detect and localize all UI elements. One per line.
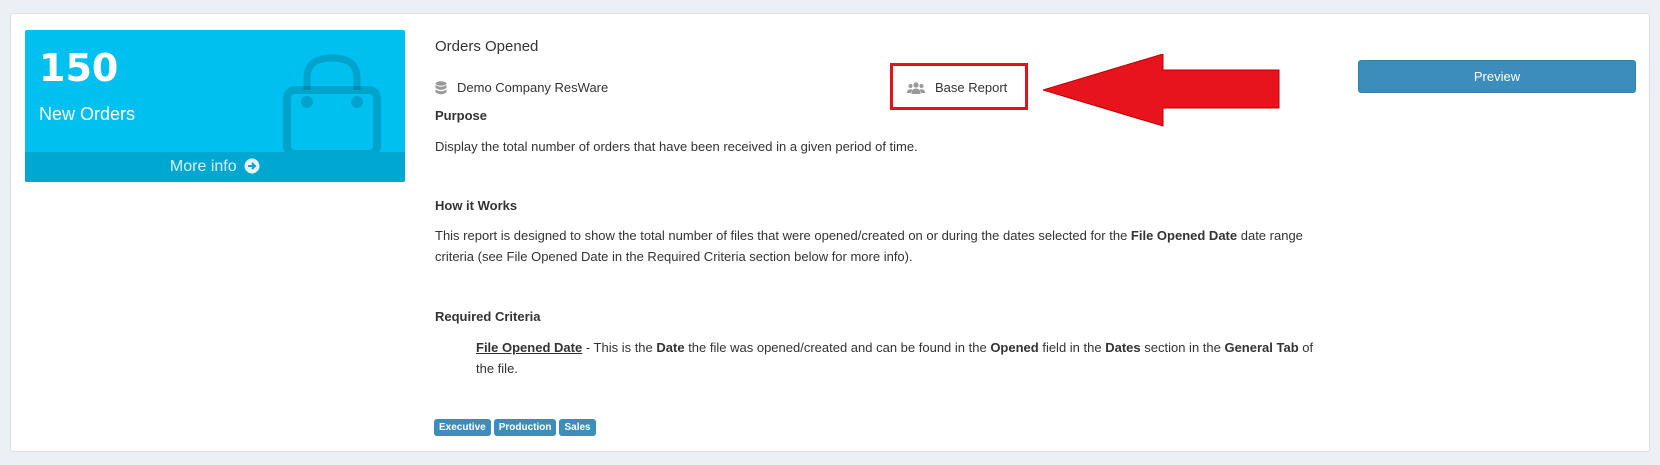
company-name: Demo Company ResWare bbox=[457, 80, 609, 95]
users-icon bbox=[907, 81, 925, 94]
new-orders-widget: 150 New Orders More info bbox=[25, 30, 405, 182]
shopping-bag-icon bbox=[283, 54, 381, 158]
criteria-field-name: File Opened Date bbox=[476, 340, 583, 355]
base-report-text: Base Report bbox=[935, 80, 1008, 95]
arrow-circle-right-icon bbox=[244, 158, 260, 174]
tag-sales: Sales bbox=[559, 419, 596, 436]
company-info: Demo Company ResWare bbox=[435, 80, 608, 95]
annotation-arrow-icon bbox=[1043, 54, 1280, 127]
tag-executive: Executive bbox=[434, 419, 491, 436]
more-info-label: More info bbox=[169, 158, 237, 175]
orders-count: 150 bbox=[39, 46, 119, 90]
how-it-works-heading: How it Works bbox=[435, 198, 518, 213]
report-title: Orders Opened bbox=[435, 38, 539, 55]
how-it-works-text: This report is designed to show the tota… bbox=[435, 228, 1303, 264]
purpose-text: Display the total number of orders that … bbox=[435, 139, 918, 154]
tag-production: Production bbox=[493, 419, 557, 436]
preview-button[interactable]: Preview bbox=[1358, 60, 1636, 93]
purpose-heading: Purpose bbox=[435, 108, 488, 123]
more-info-link[interactable]: More info bbox=[25, 152, 405, 182]
required-criteria-heading: Required Criteria bbox=[435, 309, 541, 324]
tag-list: Executive Production Sales bbox=[434, 419, 596, 436]
criteria-item: File Opened Date - This is the Date the … bbox=[476, 340, 1314, 376]
base-report-label: Base Report bbox=[907, 80, 1007, 95]
database-icon bbox=[435, 80, 447, 94]
orders-label: New Orders bbox=[39, 104, 136, 124]
